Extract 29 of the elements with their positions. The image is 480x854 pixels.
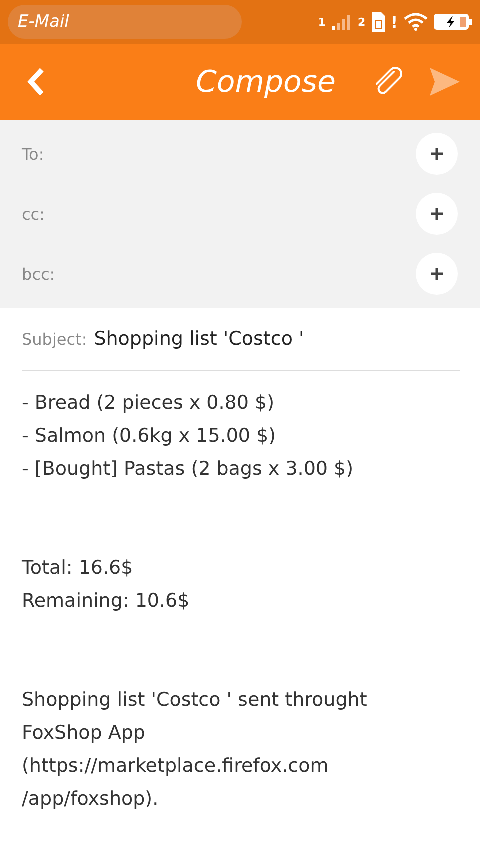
body-text-line: /app/foxshop). bbox=[22, 787, 160, 812]
recipient-label: To: bbox=[22, 144, 46, 164]
body-text-line: Shopping list 'Costco ' sent throught bbox=[22, 688, 368, 713]
recipient-label: cc: bbox=[22, 204, 46, 224]
body-text-line: (https://marketplace.firefox.com bbox=[22, 754, 330, 779]
recipient-label: bcc: bbox=[22, 264, 56, 284]
alert-mark: ! bbox=[390, 12, 398, 32]
sim-label: 2 bbox=[358, 16, 366, 28]
plus-icon bbox=[430, 267, 444, 281]
signal-icon bbox=[332, 14, 352, 30]
screen-title: Compose bbox=[196, 64, 336, 100]
body-text-line: Remaining: 10.6$ bbox=[22, 589, 191, 614]
body-text-line: - Salmon (0.6kg x 15.00 $) bbox=[22, 424, 278, 449]
subject-label: Subject: bbox=[22, 330, 88, 348]
body-text-line: - Bread (2 pieces x 0.80 $) bbox=[22, 391, 276, 416]
plus-icon bbox=[430, 207, 444, 221]
wifi-icon bbox=[404, 13, 428, 31]
subject-field[interactable]: Shopping list 'Costco ' bbox=[94, 328, 304, 350]
body-text-line: - [Bought] Pastas (2 bags x 3.00 $) bbox=[22, 457, 355, 482]
add-recipient-button[interactable] bbox=[416, 253, 458, 295]
add-recipient-button[interactable] bbox=[416, 133, 458, 175]
body-text-line: FoxShop App bbox=[22, 721, 146, 746]
sim-label: 1 bbox=[318, 16, 326, 28]
back-button[interactable] bbox=[26, 67, 46, 97]
plus-icon bbox=[430, 147, 444, 161]
sim-card-icon bbox=[372, 12, 385, 32]
battery-icon bbox=[434, 14, 472, 30]
body-text-line: Total: 16.6$ bbox=[22, 556, 134, 581]
add-recipient-button[interactable] bbox=[416, 193, 458, 235]
